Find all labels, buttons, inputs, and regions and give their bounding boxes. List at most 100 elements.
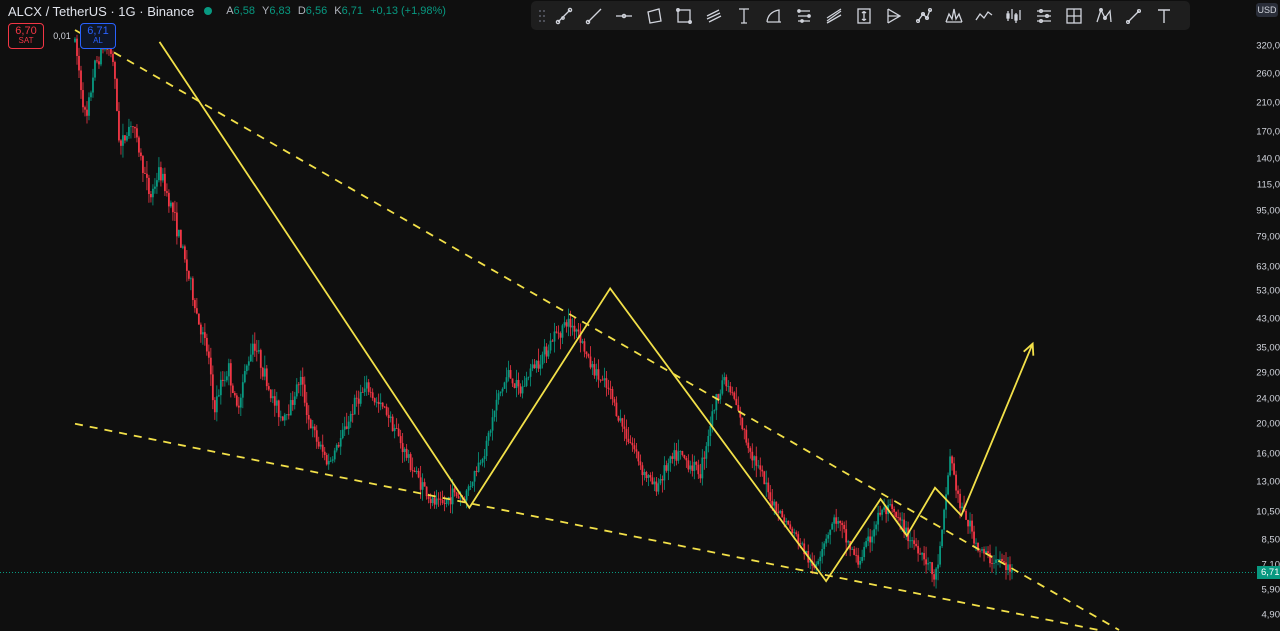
- candle-body: [191, 278, 194, 301]
- candle-body: [727, 386, 730, 388]
- candle-body: [116, 78, 118, 111]
- candle-body: [965, 511, 967, 520]
- measure-grid-icon[interactable]: [1059, 4, 1089, 28]
- forecast-icon[interactable]: [879, 4, 909, 28]
- candle-body: [741, 417, 744, 430]
- candle-body: [893, 508, 896, 512]
- drag-handle-icon[interactable]: [535, 6, 549, 26]
- candle-body: [365, 382, 368, 389]
- candle-body: [909, 540, 912, 542]
- candle-body: [483, 456, 486, 460]
- candle-body: [1003, 561, 1005, 563]
- resistance-trendline[interactable]: [74, 29, 1120, 631]
- candle-body: [118, 110, 120, 141]
- rotated-rect-icon[interactable]: [639, 4, 669, 28]
- candle-body: [112, 53, 114, 63]
- symbol-title[interactable]: ALCX / TetherUS · 1G · Binance: [8, 4, 194, 19]
- candle-body: [443, 503, 446, 504]
- candle-body: [146, 173, 148, 178]
- candle-body: [171, 202, 174, 213]
- candle-body: [303, 384, 306, 403]
- trend-line-icon[interactable]: [549, 4, 579, 28]
- candle-body: [231, 385, 234, 394]
- candle-body: [701, 457, 704, 479]
- price-tick: 63,00: [1256, 261, 1280, 273]
- candle-body: [613, 399, 616, 403]
- candle-body: [549, 340, 552, 351]
- price-chart[interactable]: [0, 0, 1280, 631]
- candle-body: [995, 559, 997, 563]
- candle-body: [641, 465, 644, 476]
- candle-body: [755, 456, 758, 466]
- candle-body: [373, 398, 376, 403]
- bars-pattern-icon[interactable]: [999, 4, 1029, 28]
- candle-body: [535, 360, 538, 369]
- candle-body: [363, 388, 366, 393]
- candle-body: [649, 475, 652, 478]
- candle-body: [997, 559, 999, 560]
- text-icon[interactable]: [1149, 4, 1179, 28]
- candle-body: [923, 553, 925, 560]
- candle-body: [951, 456, 953, 464]
- candle-body: [759, 465, 762, 470]
- candle-body: [919, 553, 921, 555]
- price-axis[interactable]: 320,0 260,0 210,0 170,0 140,0 115,0 95,0…: [1256, 22, 1280, 631]
- parallel-channel-icon[interactable]: [699, 4, 729, 28]
- candle-body: [96, 60, 98, 62]
- candle-body: [158, 167, 160, 181]
- candle-body: [547, 350, 550, 357]
- text-cursor-icon[interactable]: [729, 4, 759, 28]
- arc-icon[interactable]: [759, 4, 789, 28]
- candle-body: [144, 172, 146, 174]
- regression-icon[interactable]: [789, 4, 819, 28]
- candle-body: [785, 520, 788, 523]
- candle-body: [481, 459, 484, 463]
- candle-body: [921, 553, 923, 555]
- candle-body: [333, 450, 336, 460]
- candle-body: [867, 536, 870, 542]
- long-position-icon[interactable]: [849, 4, 879, 28]
- candle-body: [607, 387, 610, 389]
- candle-body: [267, 386, 270, 390]
- rectangle-icon[interactable]: [669, 4, 699, 28]
- candle-body: [659, 479, 662, 484]
- candle-body: [341, 429, 344, 439]
- candle-body: [687, 460, 690, 470]
- currency-button[interactable]: USD: [1256, 3, 1278, 17]
- candle-body: [239, 397, 242, 408]
- candle-body: [263, 368, 266, 377]
- brush-icon[interactable]: [1119, 4, 1149, 28]
- candle-body: [78, 55, 80, 71]
- head-shoulders-icon[interactable]: [939, 4, 969, 28]
- projection-zigzag[interactable]: [158, 41, 1034, 583]
- candle-body: [897, 517, 900, 518]
- candle-body: [459, 498, 462, 500]
- sell-button[interactable]: 6,70 SAT: [8, 23, 44, 49]
- candle-body: [729, 386, 732, 393]
- candle-body: [565, 322, 568, 327]
- projection-icon[interactable]: [1029, 4, 1059, 28]
- candle-body: [193, 300, 196, 309]
- candle-body: [251, 343, 254, 355]
- candle-body: [177, 229, 180, 237]
- fib-fan-icon[interactable]: [819, 4, 849, 28]
- candle-body: [110, 48, 112, 54]
- buy-button[interactable]: 6,71 AL: [80, 23, 116, 49]
- candle-body: [140, 152, 142, 157]
- candle-body: [1007, 564, 1009, 570]
- polyline-icon[interactable]: [969, 4, 999, 28]
- candle-body: [709, 426, 712, 436]
- xabcd-icon[interactable]: [1089, 4, 1119, 28]
- horizontal-line-icon[interactable]: [609, 4, 639, 28]
- candle-body: [577, 329, 580, 332]
- candle-body: [959, 493, 961, 509]
- candle-body: [437, 498, 440, 500]
- candle-body: [791, 528, 794, 534]
- candle-body: [599, 379, 602, 381]
- candle-body: [313, 426, 316, 431]
- candle-body: [617, 416, 620, 421]
- candle-body: [82, 90, 84, 108]
- network-icon[interactable]: [909, 4, 939, 28]
- ray-icon[interactable]: [579, 4, 609, 28]
- candle-body: [515, 379, 518, 388]
